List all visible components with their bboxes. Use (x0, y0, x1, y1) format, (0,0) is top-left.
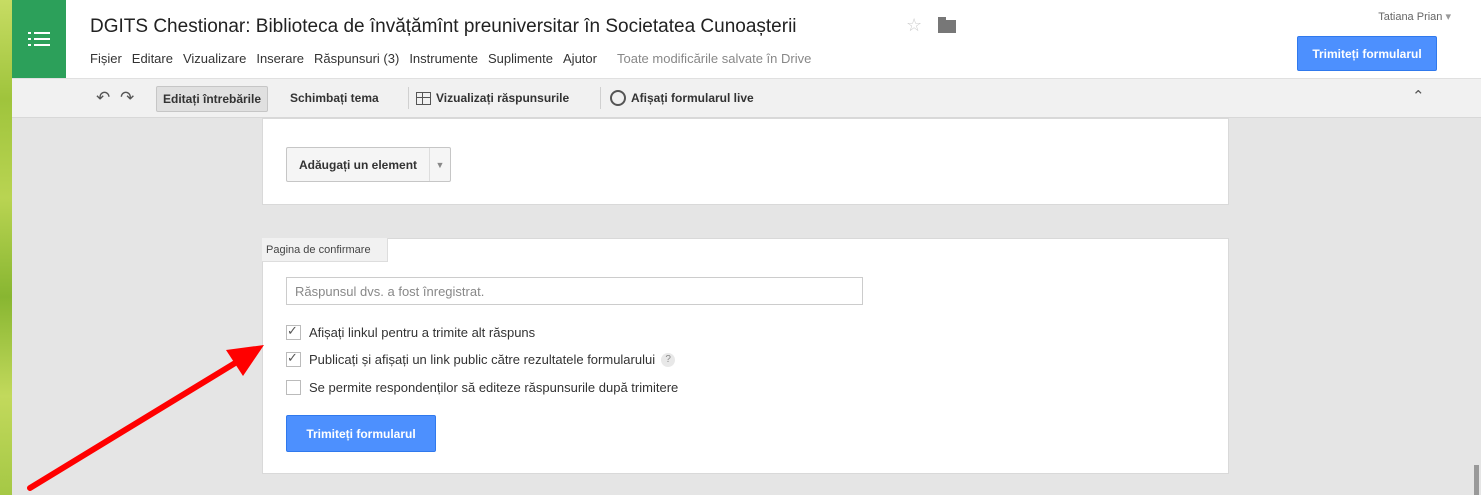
view-responses-label: Vizualizați răspunsurile (436, 91, 570, 105)
undo-icon[interactable]: ↶ (96, 86, 110, 110)
checkbox[interactable] (286, 380, 301, 395)
spreadsheet-icon (416, 91, 431, 105)
option-label: Publicați și afișați un link public cătr… (309, 352, 656, 367)
toolbar: ↶ ↷ Editați întrebările Schimbați tema V… (12, 79, 1481, 118)
menu-item-file[interactable]: Fișier (90, 51, 122, 66)
toolbar-divider (600, 87, 601, 109)
menu-item-edit[interactable]: Editare (132, 51, 173, 66)
confirmation-page-card: Pagina de confirmare Afișați linkul pent… (262, 238, 1229, 474)
add-item-label: Adăugați un element (287, 148, 431, 181)
menu-item-view[interactable]: Vizualizare (183, 51, 246, 66)
view-responses-button[interactable]: Vizualizați răspunsurile (416, 86, 569, 110)
header: DGITS Chestionar: Biblioteca de învățămî… (12, 0, 1481, 79)
toolbar-divider (408, 87, 409, 109)
view-live-form-button[interactable]: Afișați formularul live (610, 86, 754, 110)
send-form-button[interactable]: Trimiteți formularul (1297, 36, 1437, 71)
checkbox[interactable] (286, 350, 301, 367)
help-icon[interactable]: ? (661, 352, 676, 367)
add-item-card: Adăugați un element ▼ (262, 118, 1229, 205)
option-publish-results[interactable]: Publicați și afișați un link public cătr… (286, 350, 676, 367)
option-label: Afișați linkul pentru a trimite alt răsp… (309, 325, 536, 340)
menu-bar: Fișier Editare Vizualizare Inserare Răsp… (90, 51, 821, 66)
section-label: Pagina de confirmare (262, 238, 388, 262)
send-form-button-bottom[interactable]: Trimiteți formularul (286, 415, 436, 452)
decorative-side-strip (0, 0, 12, 495)
folder-icon[interactable] (938, 17, 956, 33)
change-theme-button[interactable]: Schimbați tema (290, 86, 379, 110)
view-live-label: Afișați formularul live (631, 91, 754, 105)
add-item-button[interactable]: Adăugați un element ▼ (286, 147, 452, 182)
checkbox[interactable] (286, 323, 301, 340)
menu-item-addons[interactable]: Suplimente (488, 51, 553, 66)
document-title[interactable]: DGITS Chestionar: Biblioteca de învățămî… (90, 16, 797, 38)
menu-item-help[interactable]: Ajutor (563, 51, 597, 66)
confirmation-message-input[interactable] (286, 277, 863, 305)
live-form-icon (610, 90, 626, 106)
menu-item-responses[interactable]: Răspunsuri (3) (314, 51, 399, 66)
option-allow-edit[interactable]: Se permite respondenților să editeze răs… (286, 380, 678, 395)
menu-item-insert[interactable]: Inserare (256, 51, 304, 66)
star-icon[interactable]: ☆ (906, 15, 922, 36)
save-status: Toate modificările salvate în Drive (616, 51, 812, 66)
option-label: Se permite respondenților să editeze răs… (309, 380, 679, 395)
collapse-icon[interactable]: ⌃ (1412, 87, 1425, 105)
menu-item-tools[interactable]: Instrumente (409, 51, 478, 66)
redo-icon[interactable]: ↷ (120, 86, 134, 110)
option-show-resubmit-link[interactable]: Afișați linkul pentru a trimite alt răsp… (286, 323, 536, 340)
dropdown-arrow-icon[interactable]: ▼ (430, 148, 450, 181)
scrollbar[interactable] (1474, 465, 1479, 495)
edit-questions-button[interactable]: Editați întrebările (156, 86, 269, 112)
forms-app-icon[interactable] (12, 0, 66, 78)
user-account-menu[interactable]: Tatiana Prian (1378, 10, 1451, 23)
